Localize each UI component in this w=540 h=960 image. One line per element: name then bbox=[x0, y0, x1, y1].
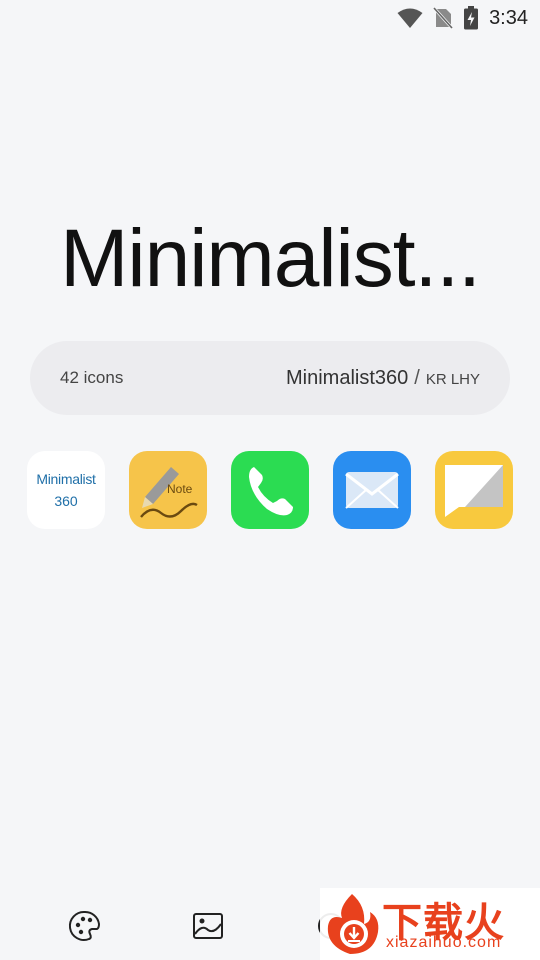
phone-handset-icon bbox=[249, 467, 293, 516]
icon-count: 42 icons bbox=[60, 368, 124, 387]
phone-app-icon[interactable] bbox=[231, 451, 309, 529]
flame-logo-icon bbox=[327, 894, 379, 954]
watermark-en-text: xiazaihuo.com bbox=[386, 934, 502, 951]
mail-app-icon[interactable] bbox=[333, 451, 411, 529]
icon-preview-row: Minimalist 360 Note bbox=[27, 451, 513, 529]
message-bubble-icon bbox=[445, 465, 503, 517]
minimalist-icon-text: Minimalist bbox=[36, 471, 96, 487]
watermark: 下载火 xiazaihuo.com bbox=[320, 888, 540, 960]
theme-palette-icon[interactable] bbox=[67, 908, 103, 944]
pack-meta: Minimalist360 / KR LHY bbox=[286, 367, 480, 390]
messages-app-icon[interactable] bbox=[435, 451, 513, 529]
minimalist360-app-icon[interactable]: Minimalist 360 bbox=[27, 451, 105, 529]
separator: / bbox=[414, 366, 420, 389]
wifi-icon bbox=[397, 7, 423, 29]
envelope-icon bbox=[345, 472, 399, 509]
wallpaper-icon[interactable] bbox=[190, 908, 226, 944]
screen: 3:34 Minimalist... 42 icons Minimalist36… bbox=[0, 0, 540, 960]
pack-info-pill: 42 icons Minimalist360 / KR LHY bbox=[30, 341, 510, 415]
battery-charging-icon bbox=[463, 6, 479, 30]
clock: 3:34 bbox=[489, 6, 528, 29]
note-app-icon[interactable]: Note bbox=[129, 451, 207, 529]
note-icon-label: Note bbox=[167, 482, 193, 496]
pack-author: KR LHY bbox=[425, 370, 480, 388]
status-bar: 3:34 bbox=[0, 0, 540, 36]
no-sim-icon bbox=[433, 7, 454, 29]
page-title: Minimalist... bbox=[60, 213, 481, 304]
minimalist-icon-number: 360 bbox=[54, 493, 78, 509]
pack-name: Minimalist360 bbox=[285, 366, 409, 389]
